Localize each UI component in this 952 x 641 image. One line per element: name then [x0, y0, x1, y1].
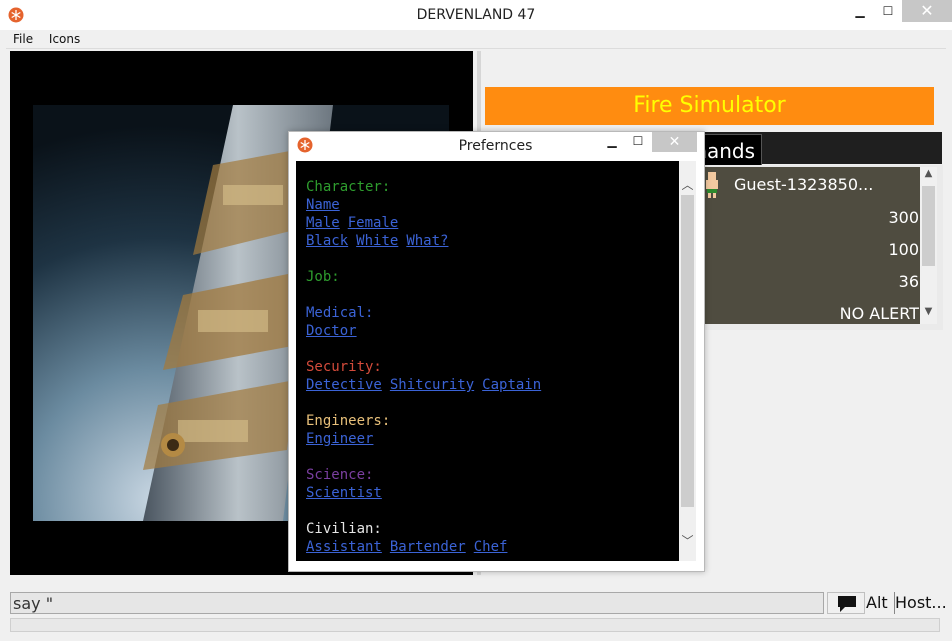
window-title: DERVENLAND 47 [416, 7, 536, 23]
pref-section-heading: Civilian: [306, 521, 382, 537]
pref-option-link[interactable]: Bartender [390, 539, 466, 555]
status-value: 300 [888, 208, 919, 227]
horizontal-scrollbar[interactable] [10, 618, 940, 632]
pref-section-heading: Job: [306, 269, 340, 285]
chevron-down-icon[interactable]: ﹀ [679, 532, 696, 548]
pref-option-link[interactable]: Chef [474, 539, 508, 555]
close-button[interactable]: ✕ [902, 0, 952, 22]
pref-option-link[interactable]: Female [348, 215, 399, 231]
avatar [706, 172, 718, 198]
pref-option-link[interactable]: Black [306, 233, 348, 249]
status-value: 36 [898, 272, 919, 291]
pref-option-link[interactable]: Engineer [306, 431, 373, 447]
info-area [483, 51, 944, 87]
pref-section-heading: Science: [306, 467, 374, 483]
player-name: Guest-1323850... [734, 175, 874, 194]
maximize-button[interactable]: ☐ [874, 0, 902, 22]
pref-option-link[interactable]: Captain [482, 377, 541, 393]
pref-option-link[interactable]: Shitcurity [390, 377, 474, 393]
status-line-2: 100 [694, 240, 919, 260]
command-input[interactable]: say " [10, 592, 824, 614]
speech-bubble-icon [838, 596, 856, 612]
chevron-up-icon[interactable]: ︿ [679, 176, 696, 192]
preferences-maximize-button[interactable]: ☐ [630, 134, 646, 148]
host-button[interactable]: Host... [894, 592, 945, 614]
pref-option-link[interactable]: Name [306, 197, 340, 213]
pref-option-link[interactable]: Male [306, 215, 340, 231]
pref-option-row: Doctor [306, 322, 357, 340]
preferences-content: Character: Name Male Female Black White What? J… [296, 161, 679, 561]
pref-option-row: Detective Shitcurity Captain [306, 376, 541, 394]
pref-option-link[interactable]: Assistant [306, 539, 382, 555]
status-value: NO ALERT [839, 304, 919, 323]
pref-option-link[interactable]: Detective [306, 377, 382, 393]
pref-option-row: Black White What? [306, 232, 448, 250]
pref-option-row: Assistant Bartender Chef [306, 538, 507, 556]
status-scroll-thumb[interactable] [922, 186, 935, 266]
status-line-1: 300 [694, 208, 919, 228]
pref-option-link[interactable]: Scientist [306, 485, 382, 501]
pref-section-heading: Medical: [306, 305, 374, 321]
status-line-3: 36 [694, 272, 919, 292]
preferences-scroll-thumb[interactable] [681, 195, 694, 507]
pref-option-link[interactable]: White [356, 233, 398, 249]
chat-button[interactable] [827, 592, 865, 614]
pref-option-link[interactable]: What? [406, 233, 448, 249]
menu-icons[interactable]: Icons [42, 30, 85, 46]
menu-file[interactable]: File [6, 30, 38, 46]
preferences-minimize-button[interactable]: ▁ [604, 134, 620, 148]
pref-option-row: Scientist [306, 484, 382, 502]
pref-section-heading: Engineers: [306, 413, 391, 429]
pref-option-link[interactable]: Doctor [306, 323, 357, 339]
pref-option-row: Engineer [306, 430, 373, 448]
status-line-4: NO ALERT [694, 304, 919, 324]
fire-simulator-banner: Fire Simulator [485, 87, 934, 125]
status-value: 100 [888, 240, 919, 259]
pref-option-row: Male Female [306, 214, 398, 232]
menu-bar: File Icons [6, 30, 946, 49]
preferences-close-button[interactable]: ✕ [652, 132, 697, 152]
pref-option-row: Name [306, 196, 340, 214]
scroll-down-arrow-icon[interactable]: ▼ [922, 306, 935, 322]
pref-section-heading: Security: [306, 359, 382, 375]
minimize-button[interactable]: ▁ [846, 0, 874, 22]
alt-button[interactable]: Alt [866, 592, 896, 614]
pref-section-heading: Character: [306, 179, 391, 195]
scroll-up-arrow-icon[interactable]: ▲ [922, 168, 935, 184]
